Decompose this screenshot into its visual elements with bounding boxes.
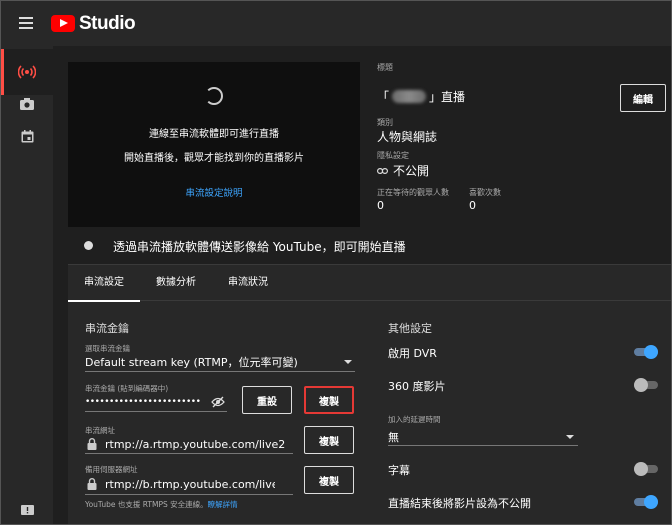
tab-analytics[interactable]: 數據分析 bbox=[140, 265, 212, 301]
tab-bar: 串流設定 數據分析 串流狀況 bbox=[68, 265, 671, 302]
likes-label: 喜歡次數 bbox=[469, 188, 501, 197]
stream-url-field[interactable]: rtmp://a.rtmp.youtube.com/live2 bbox=[105, 438, 291, 451]
stream-preview: 連線至串流軟體即可進行直播 開始直播後，觀眾才能找到你的直播影片 串流設定說明 bbox=[68, 62, 360, 227]
360-video-toggle[interactable] bbox=[634, 378, 658, 392]
other-settings-heading: 其他設定 bbox=[388, 322, 432, 335]
stream-info: 標題 「 」直播 編輯 類別 人物與網誌 隱私設定 不公開 正在等待的觀眾人數 … bbox=[377, 62, 667, 227]
lock-icon bbox=[87, 478, 97, 490]
redacted-title bbox=[392, 90, 427, 103]
stream-key-field[interactable]: •••••••••••••••••••••••• bbox=[85, 397, 210, 407]
rtmps-note: YouTube 也支援 RTMPS 安全連線。瞭解詳情 bbox=[85, 499, 238, 510]
waiting-viewers-value: 0 bbox=[377, 199, 384, 212]
menu-icon[interactable] bbox=[19, 17, 33, 29]
preview-submessage: 開始直播後，觀眾才能找到你的直播影片 bbox=[124, 153, 304, 164]
title-label: 標題 bbox=[377, 63, 393, 72]
select-underline bbox=[85, 371, 355, 372]
status-indicator-icon bbox=[84, 241, 93, 250]
backup-underline bbox=[85, 494, 293, 495]
title-suffix: 」直播 bbox=[429, 90, 466, 104]
waiting-viewers-label: 正在等待的觀眾人數 bbox=[377, 188, 449, 197]
privacy-label: 隱私設定 bbox=[377, 151, 409, 160]
likes-value: 0 bbox=[469, 199, 476, 212]
category-value: 人物與網誌 bbox=[377, 130, 438, 144]
top-bar: Studio bbox=[1, 1, 671, 46]
logo-text: Studio bbox=[79, 12, 136, 34]
dvr-label: 啟用 DVR bbox=[388, 347, 437, 360]
live-broadcast-icon bbox=[18, 65, 36, 79]
lock-icon bbox=[87, 438, 97, 450]
rail-item-managed[interactable] bbox=[1, 113, 53, 159]
backup-url-field[interactable]: rtmp://b.rtmp.youtube.com/live2?backup=1 bbox=[105, 478, 275, 491]
camera-icon bbox=[20, 98, 34, 110]
edit-button[interactable]: 編輯 bbox=[620, 84, 666, 112]
stream-key-select[interactable]: Default stream key (RTMP，位元率可變) bbox=[85, 354, 337, 370]
learn-more-link[interactable]: 瞭解詳情 bbox=[208, 500, 238, 509]
latency-label: 加入的延遲時間 bbox=[388, 415, 441, 424]
unlisted-after-toggle[interactable] bbox=[634, 495, 658, 509]
latency-select[interactable]: 無 bbox=[388, 429, 548, 445]
copy-url-button[interactable]: 複製 bbox=[304, 426, 354, 454]
link-icon bbox=[377, 167, 388, 174]
copy-key-button[interactable]: 複製 bbox=[304, 386, 354, 414]
tab-stream-health[interactable]: 串流狀況 bbox=[212, 265, 284, 301]
dropdown-caret-icon bbox=[344, 360, 352, 364]
youtube-logo-icon bbox=[51, 15, 75, 32]
key-underline bbox=[85, 411, 227, 412]
dvr-toggle[interactable] bbox=[634, 345, 658, 359]
youtube-studio-logo[interactable]: Studio bbox=[51, 12, 136, 34]
left-rail bbox=[1, 46, 53, 524]
stream-key-heading: 串流金鑰 bbox=[85, 322, 129, 335]
stream-key-label: 串流金鑰 (貼到編碼器中) bbox=[85, 384, 169, 393]
preview-message: 連線至串流軟體即可進行直播 bbox=[149, 129, 279, 140]
visibility-off-icon[interactable] bbox=[211, 396, 225, 408]
latency-underline bbox=[388, 445, 578, 446]
calendar-icon bbox=[21, 129, 33, 142]
rail-item-feedback[interactable] bbox=[1, 496, 53, 524]
stream-setup-help-link[interactable]: 串流設定說明 bbox=[68, 185, 360, 199]
main-content: 連線至串流軟體即可進行直播 開始直播後，觀眾才能找到你的直播影片 串流設定說明 … bbox=[53, 46, 671, 524]
reset-key-button[interactable]: 重設 bbox=[242, 386, 292, 414]
copy-backup-url-button[interactable]: 複製 bbox=[304, 466, 354, 494]
stream-settings-panel: 串流設定 數據分析 串流狀況 串流金鑰 選取串流金鑰 Default strea… bbox=[68, 265, 671, 524]
privacy-value: 不公開 bbox=[393, 164, 430, 178]
backup-url-label: 備用伺服器網址 bbox=[85, 465, 138, 474]
url-underline bbox=[85, 453, 293, 454]
privacy-value-row: 不公開 bbox=[377, 162, 429, 179]
captions-label: 字幕 bbox=[388, 464, 410, 477]
stream-title: 「 」直播 bbox=[377, 88, 465, 105]
loading-spinner-icon bbox=[205, 87, 223, 105]
360-video-label: 360 度影片 bbox=[388, 380, 446, 393]
latency-caret-icon bbox=[566, 435, 574, 439]
category-label: 類別 bbox=[377, 118, 393, 127]
select-key-label: 選取串流金鑰 bbox=[85, 344, 130, 353]
feedback-icon bbox=[20, 505, 34, 515]
title-bracket-open: 「 bbox=[377, 90, 390, 104]
rtmps-note-text: YouTube 也支援 RTMPS 安全連線。 bbox=[85, 500, 208, 509]
stream-url-label: 串流網址 bbox=[85, 426, 115, 435]
tab-stream-settings[interactable]: 串流設定 bbox=[68, 265, 140, 302]
stream-status-bar: 透過串流播放軟體傳送影像給 YouTube，即可開始直播 bbox=[68, 227, 671, 265]
captions-toggle[interactable] bbox=[634, 462, 658, 476]
unlisted-after-label: 直播結束後將影片設為不公開 bbox=[388, 497, 531, 510]
status-text: 透過串流播放軟體傳送影像給 YouTube，即可開始直播 bbox=[113, 240, 406, 254]
